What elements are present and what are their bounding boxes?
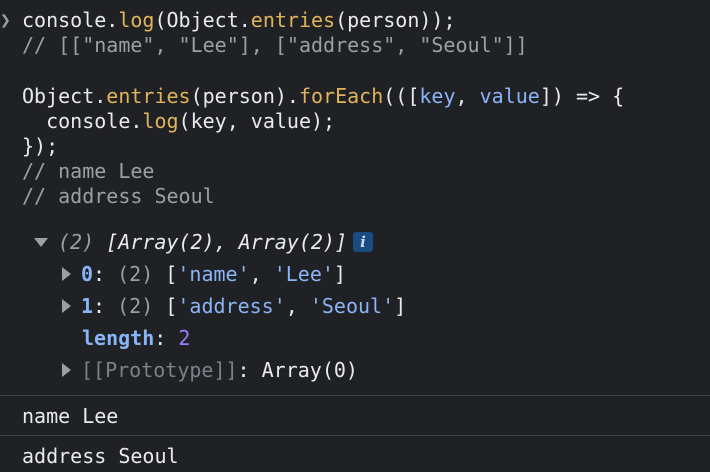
- array-item-key: 0: [81, 262, 94, 286]
- array-item-row[interactable]: 0: (2) ['name', 'Lee']: [62, 258, 346, 290]
- array-item-close: ]: [394, 294, 407, 318]
- code-line-6: });: [22, 134, 59, 158]
- triangle-right-icon[interactable]: [62, 363, 71, 377]
- prototype-row[interactable]: [[Prototype]]: Array(0): [62, 354, 358, 386]
- code-token-method: log: [142, 109, 179, 133]
- code-token: console.: [22, 8, 119, 32]
- array-item-count: (2): [117, 294, 154, 318]
- code-line-5: console.log(key, value);: [22, 109, 335, 134]
- code-token-method: entries: [106, 84, 191, 108]
- console-log-message: name Lee: [0, 395, 710, 436]
- devtools-console: ❯ console.log(Object.entries(person)); /…: [0, 0, 710, 472]
- code-token-method: entries: [250, 8, 336, 32]
- prototype-key: [[Prototype]]: [81, 358, 238, 382]
- array-item-close: ]: [333, 262, 346, 286]
- array-item-open: [: [153, 262, 178, 286]
- code-token: ]) => {: [539, 84, 625, 108]
- array-item-row[interactable]: 1: (2) ['address', 'Seoul']: [62, 290, 406, 322]
- code-token: (person).: [190, 84, 299, 108]
- code-token-method: forEach: [298, 84, 384, 108]
- array-item-colon: :: [93, 294, 118, 318]
- code-token: ,: [455, 84, 480, 108]
- code-token: (([: [383, 84, 420, 108]
- prototype-colon: :: [237, 358, 262, 382]
- length-key: length: [82, 326, 155, 350]
- code-token-param: key: [419, 84, 456, 108]
- array-item-key: 1: [81, 294, 94, 318]
- console-log-message: address Seoul: [0, 435, 710, 472]
- info-icon[interactable]: i: [353, 231, 373, 252]
- log-text: address Seoul: [22, 444, 179, 468]
- array-item-sep: ,: [285, 294, 310, 318]
- code-comment-line-8: // address Seoul: [22, 184, 215, 208]
- code-token: (key, value);: [178, 109, 336, 133]
- length-row: length: 2: [82, 322, 190, 354]
- array-item-value: 'Lee': [273, 262, 334, 286]
- console-output-tree: (2) [Array(2), Array(2)] i 0: (2) ['name'…: [0, 224, 710, 394]
- array-item-count: (2): [117, 262, 154, 286]
- length-colon: :: [154, 326, 179, 350]
- array-summary: [Array(2), Array(2)]: [106, 230, 347, 254]
- array-root-row[interactable]: (2) [Array(2), Array(2)] i: [34, 226, 373, 258]
- array-item-sep: ,: [249, 262, 274, 286]
- length-value: 2: [178, 326, 191, 350]
- array-item-open: [: [153, 294, 178, 318]
- array-count: (2): [58, 230, 95, 254]
- code-token: Object.: [22, 84, 107, 108]
- array-item-colon: :: [93, 262, 118, 286]
- code-token-method: log: [118, 8, 155, 32]
- triangle-right-icon[interactable]: [62, 267, 71, 281]
- array-item-value: 'address': [177, 294, 286, 318]
- code-line-4: Object.entries(person).forEach(([key, va…: [22, 84, 624, 109]
- prototype-value: Array(0): [261, 358, 358, 382]
- code-token-param: value: [479, 84, 540, 108]
- array-item-value: 'Seoul': [309, 294, 395, 318]
- code-token: (person));: [335, 8, 456, 32]
- array-item-value: 'name': [177, 262, 250, 286]
- code-token: (Object.: [154, 8, 251, 32]
- console-input-block: ❯ console.log(Object.entries(person)); /…: [0, 8, 710, 218]
- triangle-right-icon[interactable]: [62, 299, 71, 313]
- triangle-down-icon[interactable]: [34, 237, 48, 247]
- code-line-1: console.log(Object.entries(person));: [22, 8, 456, 33]
- code-token: console.: [22, 109, 143, 133]
- chevron-right-icon: ❯: [0, 10, 11, 31]
- code-comment-line-7: // name Lee: [22, 159, 155, 183]
- code-comment-line-2: // [["name", "Lee"], ["address", "Seoul"…: [22, 33, 528, 57]
- log-text: name Lee: [22, 404, 119, 428]
